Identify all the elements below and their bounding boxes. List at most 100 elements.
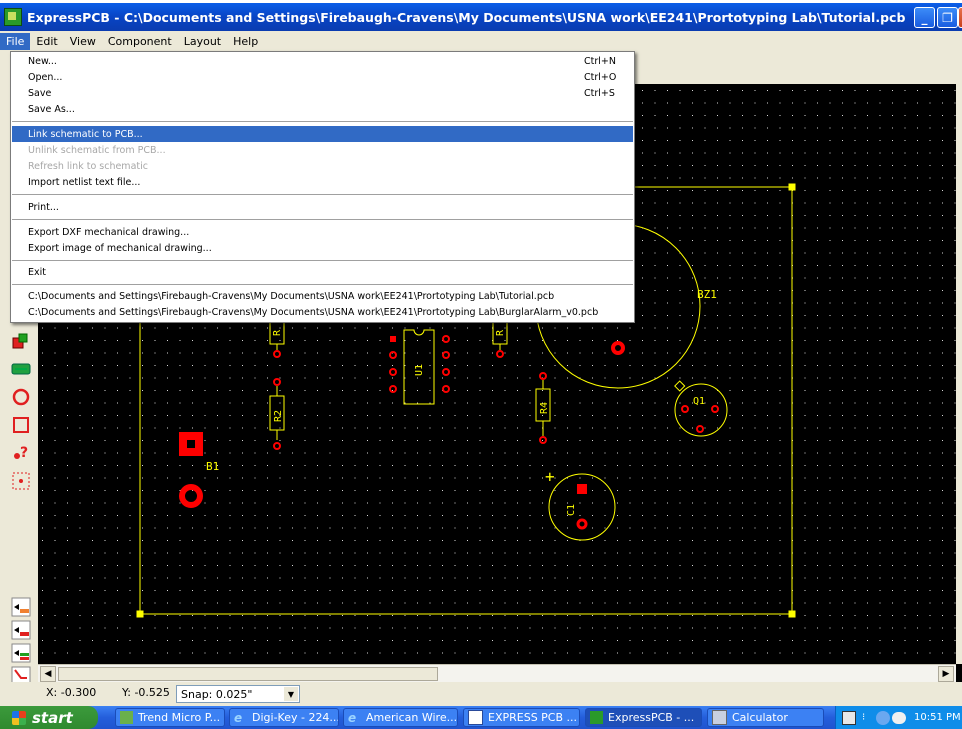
close-button[interactable] xyxy=(958,7,962,28)
taskbar-item-digikey[interactable]: e Digi-Key - 224... xyxy=(229,708,339,727)
taskbar-item-express-pcb-doc[interactable]: EXPRESS PCB ... xyxy=(463,708,580,727)
menu-item-shortcut: Ctrl+O xyxy=(584,71,617,83)
place-component-tool-icon[interactable] xyxy=(10,330,32,352)
menu-item-recent-tutorial[interactable]: C:\Documents and Settings\Firebaugh-Crav… xyxy=(12,288,633,304)
board-outline-tool-icon[interactable] xyxy=(10,414,32,436)
menu-item-save-as[interactable]: Save As... xyxy=(12,101,633,117)
ie-icon: e xyxy=(234,711,243,725)
ratsnest-tool-icon[interactable] xyxy=(10,470,32,492)
c1-pad-round xyxy=(576,518,588,530)
b1-pad-hole xyxy=(187,440,195,448)
clock: 10:51 PM xyxy=(914,712,961,723)
menu-item-label: Print... xyxy=(28,201,59,213)
u1-label: U1 xyxy=(414,364,425,376)
task-label: Trend Micro P... xyxy=(138,711,221,724)
scroll-thumb[interactable] xyxy=(58,667,438,681)
menu-item-label: C:\Documents and Settings\Firebaugh-Crav… xyxy=(28,306,599,318)
menu-item-open[interactable]: Open... Ctrl+O xyxy=(12,69,633,85)
bz1-label: BZ1 xyxy=(697,288,717,301)
taskbar-item-trend-micro[interactable]: Trend Micro P... xyxy=(115,708,225,727)
battery-b1: B1 xyxy=(179,432,219,508)
minimize-button[interactable]: _ xyxy=(914,7,935,28)
menu-item-import-netlist[interactable]: Import netlist text file... xyxy=(12,174,633,190)
menu-item-recent-burglar-alarm[interactable]: C:\Documents and Settings\Firebaugh-Crav… xyxy=(12,304,633,320)
place-trace-tool-icon[interactable] xyxy=(10,358,32,380)
u1-pad-1 xyxy=(390,336,396,342)
u1-pad xyxy=(442,385,450,393)
place-pad-tool-icon[interactable] xyxy=(10,386,32,408)
windows-flag-icon xyxy=(12,710,26,725)
menu-item-export-dxf[interactable]: Export DXF mechanical drawing... xyxy=(12,224,633,240)
menu-item-label: Open... xyxy=(28,71,63,83)
menu-item-label: Link schematic to PCB... xyxy=(28,128,143,140)
r4-label: R4 xyxy=(539,402,550,414)
menu-item-save[interactable]: Save Ctrl+S xyxy=(12,85,633,101)
expresspcb-icon xyxy=(590,711,603,724)
query-tool-icon[interactable]: ? xyxy=(10,442,32,464)
q1-tab xyxy=(674,380,686,392)
menu-item-export-image[interactable]: Export image of mechanical drawing... xyxy=(12,240,633,256)
taskbar-item-calculator[interactable]: Calculator xyxy=(707,708,824,727)
taskbar-item-american-wire[interactable]: e American Wire... xyxy=(343,708,458,727)
help-icon[interactable] xyxy=(842,710,856,725)
layer-top-icon[interactable] xyxy=(10,596,32,618)
snap-select[interactable]: Snap: 0.025" ▼ xyxy=(176,685,300,703)
word-icon xyxy=(468,710,483,725)
start-button[interactable]: start xyxy=(0,706,98,729)
u1-pad xyxy=(442,351,450,359)
board-corner xyxy=(788,183,796,191)
status-bar: X: -0.300 Y: -0.525 Snap: 0.025" ▼ xyxy=(0,682,962,706)
c1-outline xyxy=(548,473,616,541)
q1-label: Q1 xyxy=(693,396,705,407)
menu-item-unlink-schematic: Unlink schematic from PCB... xyxy=(12,142,633,158)
menu-layout[interactable]: Layout xyxy=(178,33,227,50)
menu-item-link-schematic[interactable]: Link schematic to PCB... xyxy=(12,126,633,142)
task-label: Digi-Key - 224... xyxy=(252,711,339,724)
menu-item-print[interactable]: Print... xyxy=(12,199,633,215)
menu-item-label: Save xyxy=(28,87,52,99)
menu-separator xyxy=(12,194,633,195)
layer-both-icon[interactable] xyxy=(10,642,32,664)
taskbar-item-expresspcb[interactable]: ExpressPCB - ... xyxy=(585,708,702,727)
r2-label: R2 xyxy=(273,410,284,422)
menu-item-exit[interactable]: Exit xyxy=(12,264,633,280)
maximize-button[interactable]: ❐ xyxy=(937,7,958,28)
x-coordinate: X: -0.300 xyxy=(46,686,97,699)
menu-item-label: C:\Documents and Settings\Firebaugh-Crav… xyxy=(28,290,555,302)
vertical-scrollbar[interactable] xyxy=(956,84,962,664)
file-menu-dropdown: New... Ctrl+N Open... Ctrl+O Save Ctrl+S… xyxy=(10,51,635,323)
menu-help[interactable]: Help xyxy=(227,33,264,50)
menu-edit[interactable]: Edit xyxy=(30,33,63,50)
scroll-left-arrow-icon[interactable]: ◀ xyxy=(40,666,56,682)
scroll-right-arrow-icon[interactable]: ▶ xyxy=(938,666,954,682)
menu-item-refresh-link: Refresh link to schematic xyxy=(12,158,633,174)
back-arrow-icon[interactable] xyxy=(876,710,890,725)
q1-pad xyxy=(696,425,704,433)
menu-item-label: Unlink schematic from PCB... xyxy=(28,144,166,156)
c1-label: C1 xyxy=(566,504,577,516)
expresspcb-app-icon xyxy=(4,8,22,26)
calculator-icon xyxy=(712,710,727,725)
messenger-icon[interactable] xyxy=(892,711,906,724)
r2-pad-top xyxy=(273,378,281,386)
menu-item-label: Exit xyxy=(28,266,46,278)
menu-file[interactable]: File xyxy=(0,32,31,50)
network-icon[interactable]: ⁝ xyxy=(862,712,872,724)
board-corner xyxy=(788,610,796,618)
r2-pad-bottom xyxy=(273,442,281,450)
u1-pad xyxy=(442,368,450,376)
menu-bar: File Edit View Component Layout Help xyxy=(0,31,962,51)
resistor-r4: R4 xyxy=(535,372,551,444)
ic-u1: U1 xyxy=(389,329,450,405)
trend-micro-icon xyxy=(120,711,133,724)
menu-item-shortcut: Ctrl+S xyxy=(584,87,615,99)
horizontal-scrollbar[interactable]: ◀ ▶ xyxy=(38,664,956,683)
layer-bottom-icon[interactable] xyxy=(10,619,32,641)
chevron-down-icon[interactable]: ▼ xyxy=(284,687,298,701)
svg-text:?: ? xyxy=(20,445,28,461)
menu-item-new[interactable]: New... Ctrl+N xyxy=(12,53,633,69)
menu-view[interactable]: View xyxy=(64,33,102,50)
bz1-pad xyxy=(611,341,625,355)
menu-separator xyxy=(12,284,633,285)
menu-component[interactable]: Component xyxy=(102,33,178,50)
